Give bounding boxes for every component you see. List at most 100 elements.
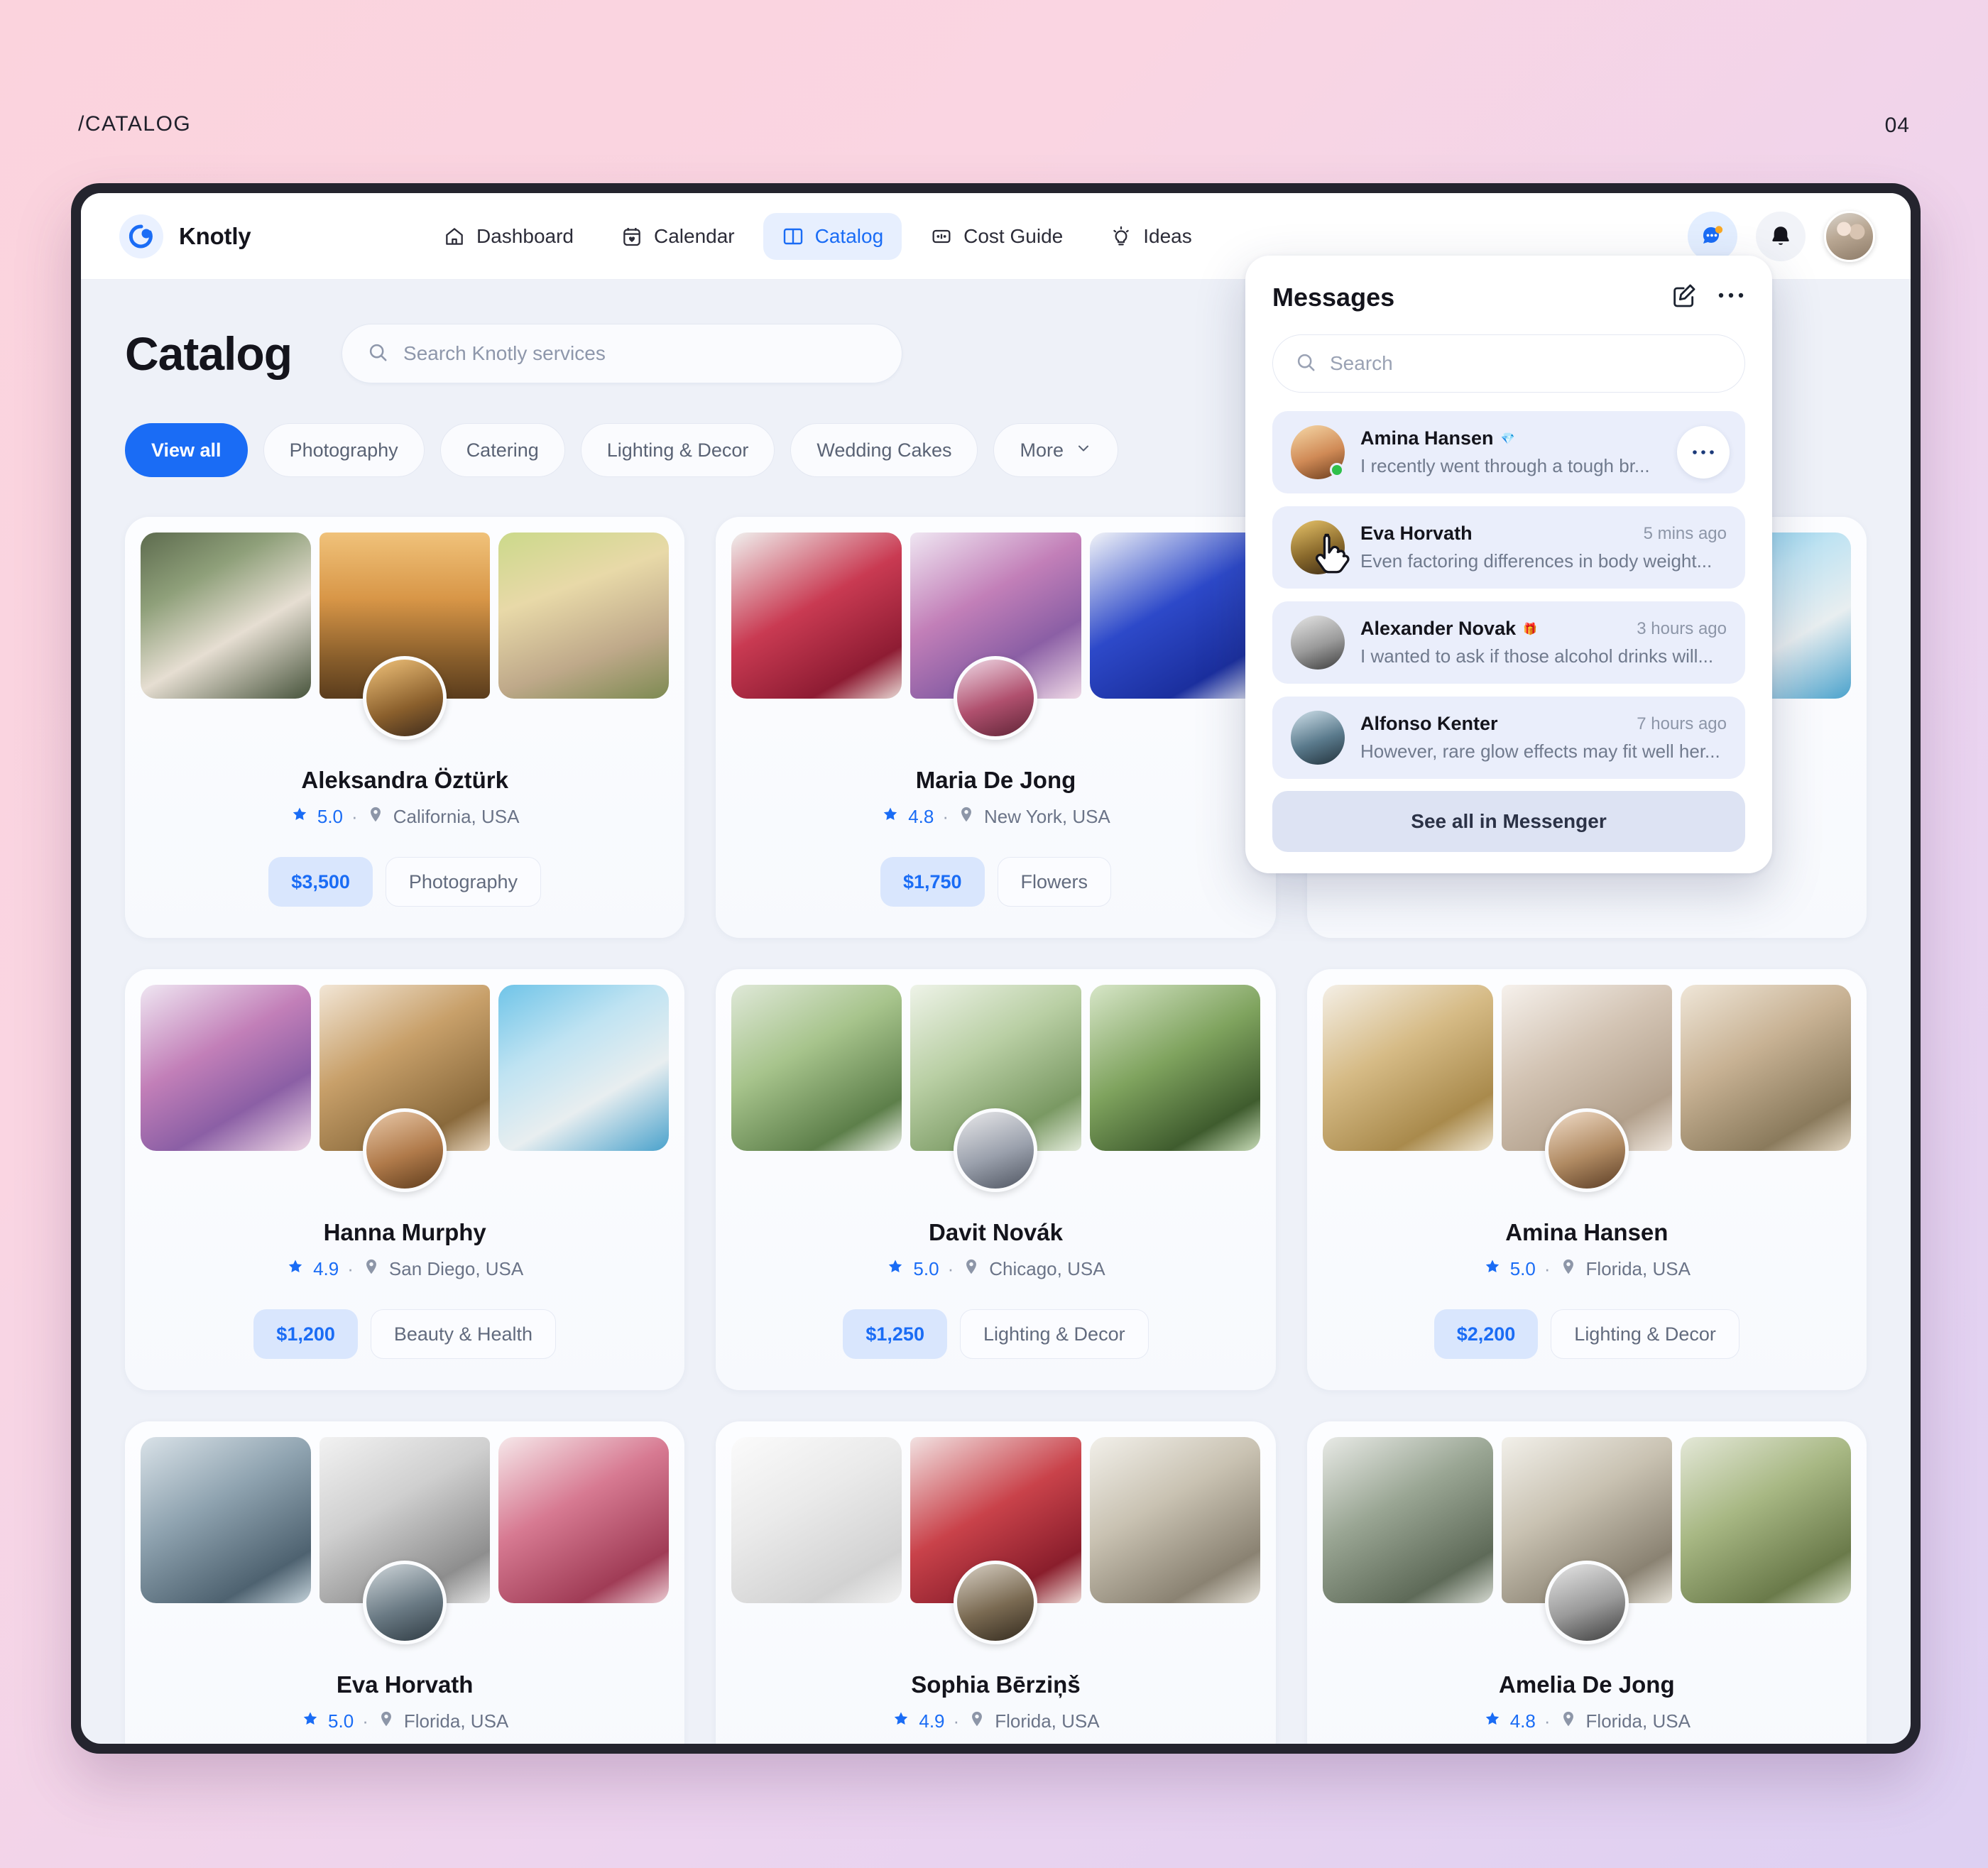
photo-strip — [731, 985, 1260, 1192]
messages-search[interactable] — [1272, 334, 1745, 393]
vendor-avatar — [1544, 1108, 1629, 1192]
vendor-photo — [731, 1437, 902, 1603]
thread-timestamp: 5 mins ago — [1643, 523, 1727, 543]
vendor-meta: 4.8 · New York, USA — [731, 805, 1260, 829]
notifications-button[interactable] — [1756, 211, 1806, 261]
message-thread-list: Amina Hansen 💎 I recently went through a… — [1272, 411, 1745, 782]
vendor-rating: 5.0 — [913, 1258, 939, 1279]
user-avatar[interactable] — [1824, 210, 1875, 262]
filter-chip-lighting-decor[interactable]: Lighting & Decor — [580, 423, 775, 477]
vendor-location: New York, USA — [984, 806, 1110, 827]
nav-item-cost-guide[interactable]: Cost Guide — [912, 213, 1081, 260]
see-all-in-messenger-button[interactable]: See all in Messenger — [1272, 791, 1745, 852]
nav-item-dashboard[interactable]: Dashboard — [425, 213, 592, 260]
vendor-avatar — [363, 1108, 447, 1192]
thread-body: Alexander Novak 🎁 3 hours ago I wanted t… — [1360, 618, 1727, 667]
star-icon — [301, 1710, 320, 1733]
photo-strip — [731, 1437, 1260, 1644]
catalog-search[interactable] — [342, 324, 903, 383]
vendor-tags: $1,750 Flowers — [731, 857, 1260, 907]
brand-logo-group[interactable]: Knotly — [119, 214, 425, 258]
vendor-category[interactable]: Lighting & Decor — [1551, 1309, 1740, 1359]
meta-separator: · — [347, 1258, 354, 1279]
message-thread-item[interactable]: Amina Hansen 💎 I recently went through a… — [1272, 411, 1745, 493]
thread-top-row: Alfonso Kenter 7 hours ago — [1360, 713, 1727, 735]
messages-search-input[interactable] — [1330, 352, 1723, 375]
message-thread-item[interactable]: Alexander Novak 🎁 3 hours ago I wanted t… — [1272, 601, 1745, 684]
vendor-category[interactable]: Beauty & Health — [370, 1309, 557, 1359]
nav-item-ideas[interactable]: Ideas — [1091, 213, 1211, 260]
vendor-location: Florida, USA — [1585, 1258, 1691, 1279]
vendor-card[interactable]: Amelia De Jong 4.8 · Florida, USA — [1306, 1421, 1867, 1744]
photo-strip — [141, 985, 670, 1192]
vendor-rating: 4.9 — [313, 1258, 339, 1279]
vendor-price: $1,200 — [253, 1309, 358, 1359]
calendar-heart-icon — [621, 225, 643, 248]
vendor-card[interactable]: Maria De Jong 4.8 · New York, USA $1,750… — [716, 517, 1276, 938]
filter-label: More — [1020, 439, 1064, 461]
vendor-name: Amelia De Jong — [1499, 1671, 1675, 1698]
vendor-card[interactable]: Hanna Murphy 4.9 · San Diego, USA $1,200… — [125, 969, 685, 1390]
vendor-photo — [498, 985, 670, 1151]
vendor-photo — [141, 1437, 312, 1603]
filter-chip-photography[interactable]: Photography — [263, 423, 425, 477]
chevron-down-icon — [1075, 439, 1092, 461]
vendor-location: California, USA — [393, 806, 520, 827]
vendor-card[interactable]: Aleksandra Öztürk 5.0 · California, USA … — [125, 517, 685, 938]
filter-chip-view-all[interactable]: View all — [125, 423, 248, 477]
photo-strip — [731, 532, 1260, 740]
vendor-price: $1,250 — [843, 1309, 947, 1359]
location-pin-icon — [1559, 1257, 1578, 1281]
thread-avatar-wrap — [1291, 711, 1345, 765]
thread-sender-name: Amina Hansen — [1360, 427, 1494, 449]
messages-popover-footer: See all in Messenger — [1272, 782, 1745, 852]
vendor-tags: $1,200 Beauty & Health — [141, 1309, 669, 1359]
thread-sender-name: Alexander Novak — [1360, 618, 1517, 639]
vendor-card[interactable]: Davit Novák 5.0 · Chicago, USA $1,250 Li… — [716, 969, 1276, 1390]
star-icon — [1483, 1710, 1502, 1733]
thread-sender-name: Eva Horvath — [1360, 523, 1473, 544]
mouse-cursor-pointer — [1315, 533, 1350, 574]
search-icon — [366, 341, 389, 367]
vendor-category[interactable]: Photography — [385, 857, 542, 907]
message-thread-item[interactable]: Alfonso Kenter 7 hours ago However, rare… — [1272, 697, 1745, 779]
thread-preview: Even factoring differences in body weigh… — [1360, 550, 1713, 572]
filter-chip-wedding-cakes[interactable]: Wedding Cakes — [790, 423, 978, 477]
vendor-meta: 4.9 · Florida, USA — [731, 1710, 1260, 1733]
vendor-category[interactable]: Lighting & Decor — [959, 1309, 1149, 1359]
messages-header-actions — [1670, 281, 1745, 313]
location-pin-icon — [968, 1710, 986, 1733]
vendor-photo — [1322, 1437, 1493, 1603]
ellipsis-icon[interactable] — [1717, 290, 1745, 305]
vendor-avatar — [1544, 1561, 1629, 1644]
nav-item-catalog[interactable]: Catalog — [763, 212, 902, 260]
vendor-card[interactable]: Sophia Bērziņš 4.9 · Florida, USA — [716, 1421, 1276, 1744]
vendor-meta: 5.0 · Florida, USA — [1323, 1257, 1851, 1281]
vendor-photo — [498, 532, 670, 699]
main-nav: Dashboard Calendar Catalog Cost Guide Id… — [425, 212, 1211, 260]
nav-item-calendar[interactable]: Calendar — [602, 213, 753, 260]
filter-chip-more[interactable]: More — [993, 423, 1118, 477]
catalog-search-input[interactable] — [403, 342, 878, 365]
vendor-rating: 4.9 — [919, 1710, 945, 1732]
top-right-actions — [1688, 210, 1875, 262]
thread-badge-icon: 🎁 — [1523, 623, 1538, 635]
location-pin-icon — [1559, 1710, 1578, 1733]
vendor-rating: 5.0 — [328, 1710, 354, 1732]
thread-avatar — [1291, 711, 1345, 765]
vendor-meta: 5.0 · Florida, USA — [141, 1710, 669, 1733]
vendor-card[interactable]: Eva Horvath 5.0 · Florida, USA — [125, 1421, 685, 1744]
meta-separator: · — [1544, 1710, 1551, 1732]
vendor-name: Aleksandra Öztürk — [301, 767, 508, 793]
vendor-category[interactable]: Flowers — [997, 857, 1112, 907]
vendor-photo — [141, 532, 312, 699]
messages-button[interactable] — [1688, 211, 1737, 261]
vendor-tags: $1,250 Lighting & Decor — [731, 1309, 1260, 1359]
knotly-logo-icon — [119, 214, 163, 258]
vendor-card[interactable]: Amina Hansen 5.0 · Florida, USA $2,200 L… — [1306, 969, 1867, 1390]
compose-pencil-icon[interactable] — [1670, 281, 1698, 313]
vendor-price: $2,200 — [1433, 1309, 1539, 1359]
thread-more-button[interactable] — [1677, 426, 1730, 479]
filter-chip-catering[interactable]: Catering — [439, 423, 565, 477]
home-icon — [443, 225, 466, 248]
